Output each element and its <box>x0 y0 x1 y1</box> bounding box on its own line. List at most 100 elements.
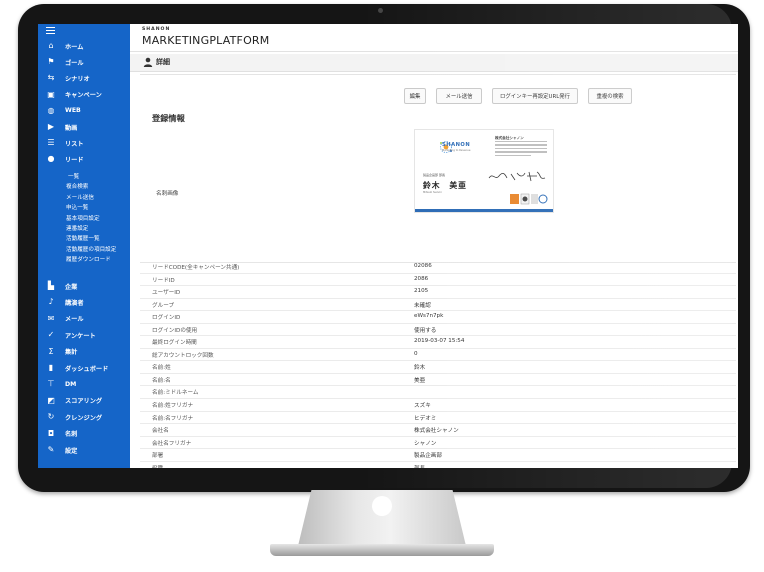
send-mail-button[interactable]: メール送信 <box>436 88 482 104</box>
table-row: ユーザーID 2105 <box>140 286 736 299</box>
detail-panel: 編集 メール送信 ログインキー再設定URL発行 重複の検索 登録情報 名刺画像 … <box>140 74 736 468</box>
field-value: 使用する <box>414 327 437 334</box>
sidebar-item-4-items[interactable]: ◍ WEB <box>38 103 130 119</box>
brand-header: SHANON MARKETINGPLATFORM <box>130 24 738 52</box>
table-row: 名前:名 美亜 <box>140 374 736 387</box>
hamburger-menu-icon[interactable] <box>46 27 55 34</box>
sidebar-item-label: スコアリング <box>65 398 103 406</box>
field-label: 総アカウントロック回数 <box>152 352 214 359</box>
sidebar: ⌂ ホーム ⚑ ゴール ⇆ シナリオ ▣ キャンペーン ◍ WEB ▶ 動画 ☰ リスト ● リード 一覧複合… <box>38 24 130 468</box>
login-key-url-button[interactable]: ログインキー再設定URL発行 <box>492 88 578 104</box>
card-image-row: 名刺画像 SHANON Marketing to Revenue 株式会社シャノ… <box>140 129 736 263</box>
sidebar-item-9-items_after[interactable]: ◘ 名刺 <box>38 426 130 442</box>
card-dept: 製品企画部 部長 <box>423 173 445 177</box>
card-name: 鈴木 美亜 <box>423 181 467 190</box>
brand-product-name: MARKETINGPLATFORM <box>142 34 270 47</box>
wrench-icon: ✎ <box>47 445 55 454</box>
section-header: 詳細 <box>130 54 738 72</box>
sidebar-item-6-items_after[interactable]: ⊤ DM <box>38 376 130 392</box>
sidebar-subitem[interactable]: メール送信 <box>66 193 94 201</box>
sidebar-item-10-items_after[interactable]: ✎ 設定 <box>38 442 130 458</box>
sidebar-subitem[interactable]: 連番設定 <box>66 224 88 232</box>
field-value: ヒデオミ <box>414 415 437 422</box>
sidebar-item-label: 企業 <box>65 283 78 291</box>
sidebar-subitem[interactable]: 申込一覧 <box>66 203 88 211</box>
edit-button[interactable]: 編集 <box>404 88 426 104</box>
duplicate-search-button[interactable]: 重複の検索 <box>588 88 632 104</box>
sidebar-subitem[interactable]: 複合検索 <box>66 182 88 190</box>
sidebar-item-2-items_after[interactable]: ✉ メール <box>38 311 130 327</box>
field-label: 名前:名 <box>152 377 171 384</box>
screen: ⌂ ホーム ⚑ ゴール ⇆ シナリオ ▣ キャンペーン ◍ WEB ▶ 動画 ☰ リスト ● リード 一覧複合… <box>38 24 738 468</box>
field-value: 美亜 <box>414 377 426 384</box>
sidebar-item-label: シナリオ <box>65 75 90 83</box>
video-icon: ▶ <box>47 122 55 131</box>
field-label: 名前:姓フリガナ <box>152 403 194 410</box>
sidebar-item-6-items[interactable]: ☰ リスト <box>38 135 130 151</box>
card-badges-icon <box>510 193 548 205</box>
field-value: 製品企画部 <box>414 453 442 460</box>
field-value: 2086 <box>414 275 429 282</box>
sidebar-item-label: WEB <box>65 107 81 115</box>
sidebar-item-label: メール <box>65 316 84 324</box>
namecard-icon: ◘ <box>47 428 55 438</box>
sidebar-item-label: リード <box>65 156 84 164</box>
sidebar-item-label: 動画 <box>65 124 78 132</box>
sidebar-item-3-items_after[interactable]: ✓ アンケート <box>38 327 130 343</box>
sidebar-subitem[interactable]: 活動履歴一覧 <box>66 234 100 242</box>
business-card-image[interactable]: SHANON Marketing to Revenue 株式会社シャノン 製品企… <box>414 129 554 213</box>
sidebar-subitem[interactable]: 基本項目設定 <box>66 214 100 222</box>
table-row: 役職 部長 <box>140 462 736 468</box>
bar-chart-icon: ▮ <box>48 363 54 372</box>
table-row: 名前:ミドルネーム <box>140 386 736 400</box>
table-row: ログインID eWs7n7pk <box>140 311 736 324</box>
calendar-icon: ▣ <box>47 89 55 99</box>
sidebar-item-5-items_after[interactable]: ▮ ダッシュボード <box>38 360 130 376</box>
sidebar-item-5-items[interactable]: ▶ 動画 <box>38 119 130 135</box>
sidebar-item-label: 集計 <box>65 349 78 357</box>
field-value: 鈴木 <box>414 365 426 372</box>
card-stripe <box>415 209 553 212</box>
brand-company: SHANON <box>142 27 171 32</box>
table-row: 部署 製品企画部 <box>140 449 736 462</box>
card-logo-text: SHANON <box>442 142 471 148</box>
field-label: 会社名フリガナ <box>152 440 192 447</box>
field-label: 会社名 <box>152 428 169 435</box>
sum-icon: Σ <box>48 346 54 356</box>
field-label: リードID <box>152 277 175 284</box>
globe-icon: ◍ <box>47 105 55 115</box>
field-value: eWs7n7pk <box>414 313 444 320</box>
sidebar-item-1-items[interactable]: ⚑ ゴール <box>38 54 130 70</box>
table-row: 最終ログイン時間 2019-03-07 15:54 <box>140 336 736 349</box>
sidebar-subitem[interactable]: 活動履歴の項目設定 <box>66 245 116 253</box>
flag-icon: ⚑ <box>47 57 55 67</box>
sidebar-item-4-items_after[interactable]: Σ 集計 <box>38 344 130 360</box>
sidebar-item-0-items[interactable]: ⌂ ホーム <box>38 38 130 54</box>
person-icon: ● <box>47 154 55 164</box>
sidebar-item-7-items_after[interactable]: ◩ スコアリング <box>38 393 130 409</box>
table-row: 会社名フリガナ シャノン <box>140 437 736 450</box>
field-label: グループ <box>152 302 175 309</box>
registration-title: 登録情報 <box>152 113 185 123</box>
field-value: 株式会社シャノン <box>414 428 459 435</box>
sidebar-item-7-items[interactable]: ● リード <box>38 151 130 167</box>
table-row: 名前:姓 鈴木 <box>140 361 736 374</box>
field-value: 未確認 <box>414 302 431 309</box>
field-label: 名前:姓 <box>152 365 171 372</box>
sidebar-subitem[interactable]: 一覧 <box>68 172 79 180</box>
mail-icon: ✉ <box>47 313 55 323</box>
field-value: 部長 <box>414 464 425 468</box>
field-label: ユーザーID <box>152 290 181 297</box>
sidebar-item-8-items_after[interactable]: ↻ クレンジング <box>38 409 130 425</box>
sidebar-item-2-items[interactable]: ⇆ シナリオ <box>38 70 130 86</box>
sidebar-item-1-items_after[interactable]: ♪ 講演者 <box>38 294 130 310</box>
field-value: 02086 <box>414 263 432 269</box>
sidebar-subitem[interactable]: 履歴ダウンロード <box>66 255 111 263</box>
sidebar-item-3-items[interactable]: ▣ キャンペーン <box>38 87 130 103</box>
sidebar-item-0-items_after[interactable]: ▙ 企業 <box>38 278 130 294</box>
sidebar-item-label: アンケート <box>65 332 96 340</box>
main-content: SHANON MARKETINGPLATFORM 詳細 編集 メール送信 ログイ… <box>130 24 738 468</box>
signature-scribble <box>488 171 546 182</box>
building-icon: ▙ <box>47 281 55 290</box>
check-icon: ✓ <box>47 330 55 340</box>
